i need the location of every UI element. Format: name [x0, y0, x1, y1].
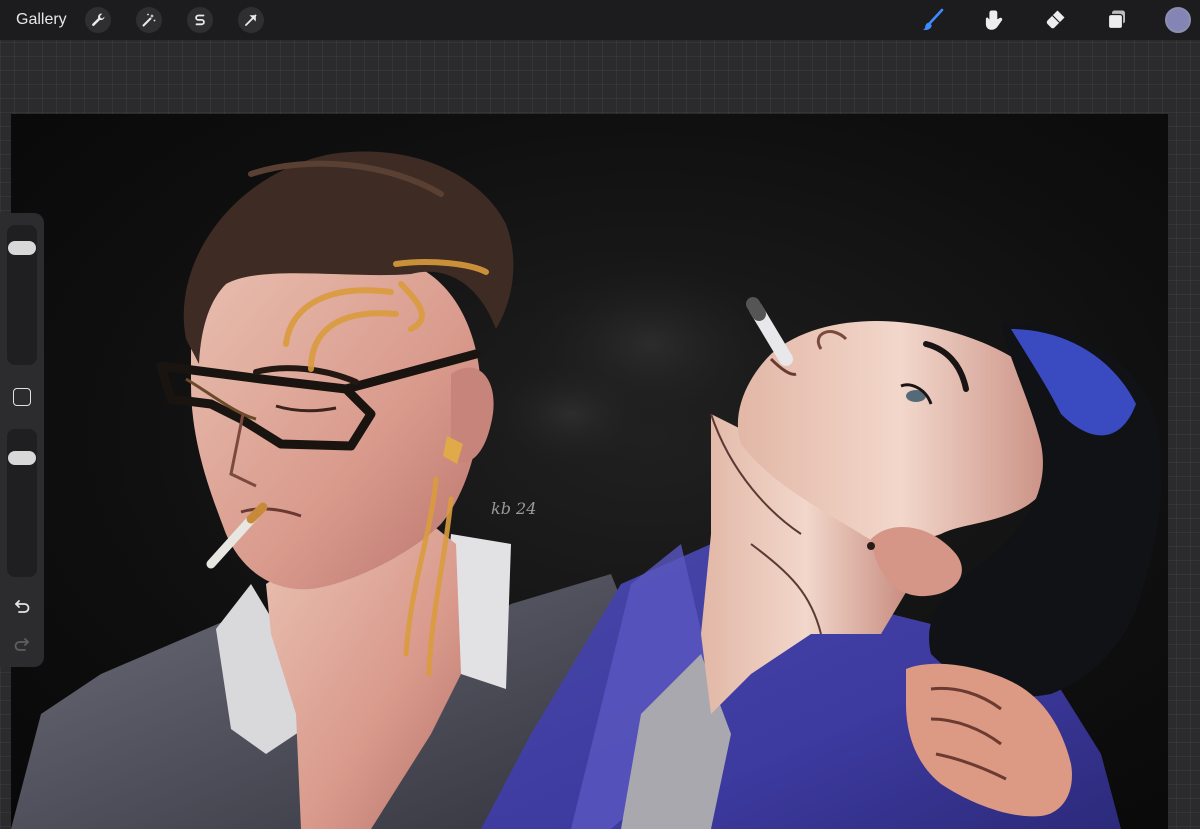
actions-button[interactable]	[85, 7, 111, 33]
brush-size-thumb[interactable]	[8, 241, 36, 255]
eraser-tool-button[interactable]	[1041, 6, 1069, 34]
brush-size-slider[interactable]	[7, 225, 37, 365]
top-toolbar: Gallery	[0, 0, 1200, 40]
selection-s-icon	[195, 14, 205, 26]
redo-button[interactable]	[11, 634, 33, 656]
opacity-slider[interactable]	[7, 429, 37, 577]
artist-signature: kb 24	[491, 499, 536, 518]
adjustments-button[interactable]	[136, 7, 162, 33]
modify-button[interactable]	[13, 388, 31, 406]
wrench-icon	[92, 13, 105, 27]
smudge-finger-icon	[985, 10, 1003, 30]
drawing-canvas[interactable]: kb 24	[11, 114, 1168, 829]
selection-button[interactable]	[187, 7, 213, 33]
smudge-tool-button[interactable]	[980, 6, 1008, 34]
gallery-button[interactable]: Gallery	[16, 9, 67, 31]
left-sidebar	[0, 213, 44, 667]
brush-tool-button[interactable]	[919, 6, 947, 34]
color-picker-button[interactable]	[1165, 7, 1191, 33]
eraser-icon	[1046, 10, 1065, 29]
arrow-cursor-icon	[245, 14, 257, 26]
artwork: kb 24	[11, 151, 1162, 829]
redo-arrow-icon	[14, 638, 29, 651]
brush-icon	[923, 8, 944, 30]
magic-wand-icon	[142, 13, 156, 27]
layers-icon	[1107, 10, 1125, 30]
transform-button[interactable]	[238, 7, 264, 33]
layers-button[interactable]	[1103, 6, 1131, 34]
opacity-thumb[interactable]	[8, 451, 36, 465]
undo-arrow-icon	[15, 600, 30, 613]
procreate-app: Gallery kb 24	[0, 0, 1200, 829]
undo-button[interactable]	[11, 596, 33, 618]
